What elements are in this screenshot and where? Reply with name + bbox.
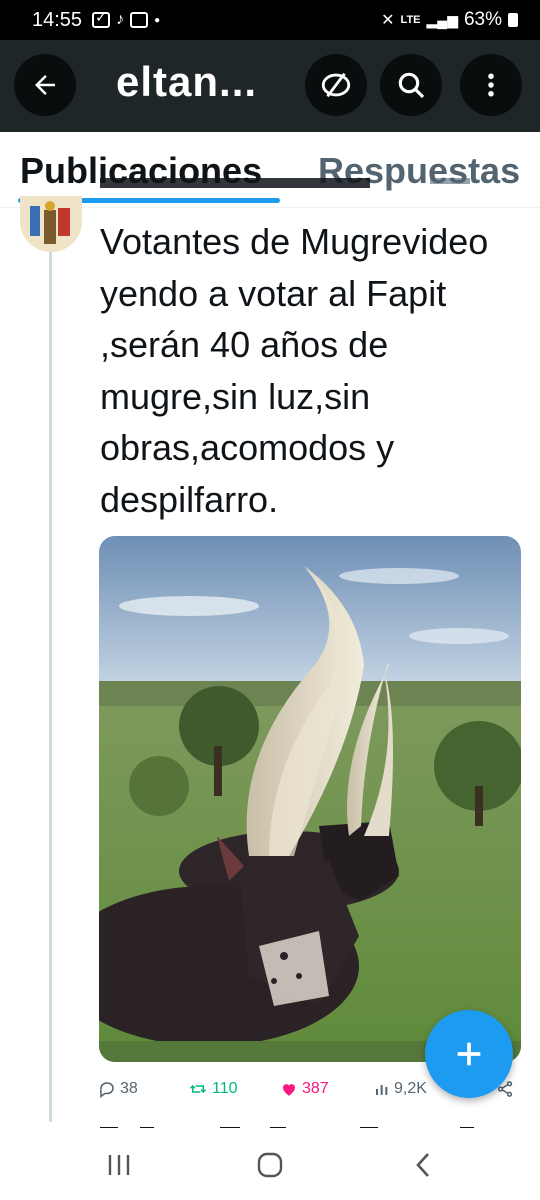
signal-icon: ▂▄▆ (426, 11, 458, 28)
battery-label: 63% (463, 9, 502, 30)
avatar[interactable] (20, 196, 82, 252)
home-icon (257, 1152, 283, 1178)
back-chevron-icon (416, 1153, 429, 1177)
recent-apps-button[interactable] (94, 1148, 144, 1182)
post-text: Votantes de Mugrevideo yendo a votar al … (100, 221, 489, 520)
tiktok-icon: ♪ (116, 11, 125, 28)
views-icon (376, 1085, 388, 1095)
dot-icon: ● (154, 14, 161, 26)
views-count: 9,2K (394, 1080, 427, 1097)
status-time: 14:55 (32, 8, 83, 31)
profile-header: eltan... (0, 40, 540, 132)
compose-button[interactable] (425, 1010, 513, 1098)
reply-button[interactable]: 38 (98, 1080, 138, 1098)
plus-icon (457, 1042, 481, 1066)
post-author-line-cut (100, 178, 520, 210)
system-nav-bar (0, 1130, 540, 1200)
profile-title: eltan... (116, 58, 258, 105)
battery-icon (508, 13, 518, 27)
like-count: 387 (302, 1080, 329, 1097)
next-post-cut (100, 1120, 520, 1128)
checkbox-notification-icon (92, 9, 111, 28)
status-bar: 14:55 ♪ ● ✕ LTE ▂▄▆ 63% (0, 0, 540, 40)
eye-slash-icon (321, 72, 351, 98)
arrow-left-icon (35, 75, 55, 95)
retweet-count: 110 (212, 1080, 238, 1097)
reply-count: 38 (120, 1080, 138, 1097)
more-vertical-icon (488, 73, 494, 97)
reply-icon (100, 1082, 114, 1098)
system-back-button[interactable] (398, 1148, 448, 1182)
recent-apps-icon (108, 1155, 130, 1175)
like-button[interactable]: 387 (280, 1080, 329, 1098)
more-options-button[interactable] (460, 54, 522, 116)
back-button[interactable] (14, 54, 76, 116)
gallery-notification-icon (130, 12, 149, 28)
hide-button[interactable] (305, 54, 367, 116)
search-icon (398, 72, 425, 99)
home-button[interactable] (245, 1148, 295, 1182)
network-label: LTE (400, 14, 421, 26)
retweet-button[interactable]: 110 (188, 1080, 238, 1098)
status-right: ✕ LTE ▂▄▆ 63% (381, 9, 518, 31)
thread-line (49, 252, 52, 1122)
views-button[interactable]: 9,2K (374, 1080, 427, 1098)
search-button[interactable] (380, 54, 442, 116)
post-image[interactable] (99, 536, 521, 1062)
retweet-icon (189, 1084, 207, 1094)
mute-icon: ✕ (381, 12, 395, 29)
heart-icon (283, 1084, 295, 1096)
